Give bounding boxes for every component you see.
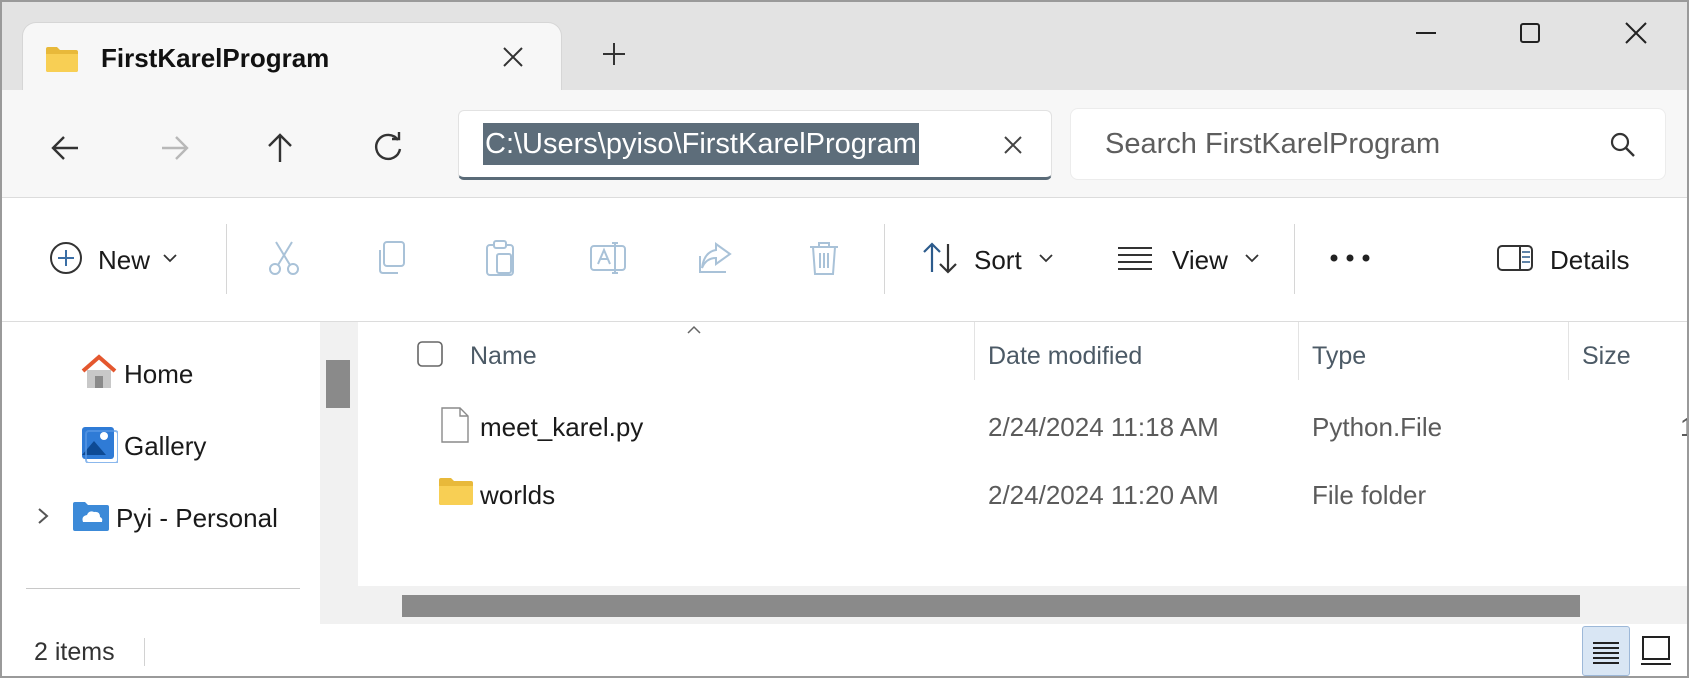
minimize-icon[interactable] [1406, 17, 1446, 57]
sidebar-item-label: Pyi - Personal [116, 502, 278, 533]
forward-arrow-icon [156, 130, 192, 166]
address-path[interactable]: C:\Users\pyiso\FirstKarelProgram [483, 123, 919, 165]
share-icon [696, 238, 736, 283]
table-row[interactable]: worlds 2/24/2024 11:20 AM File folder [358, 466, 1687, 526]
delete-button[interactable] [804, 236, 844, 284]
address-bar[interactable]: C:\Users\pyiso\FirstKarelProgram [458, 110, 1052, 180]
sort-button[interactable]: Sort [920, 236, 1054, 284]
more-options-button[interactable] [1328, 236, 1372, 284]
back-arrow-icon[interactable] [48, 130, 84, 166]
file-icon [440, 406, 470, 449]
close-tab-icon[interactable] [499, 43, 527, 71]
tab-title: FirstKarelProgram [101, 43, 330, 73]
file-name[interactable]: meet_karel.py [480, 412, 643, 443]
chevron-down-icon [1244, 251, 1260, 269]
list-view-icon [1116, 243, 1154, 278]
column-header-name[interactable]: Name [470, 342, 537, 371]
sidebar-item-label: Home [124, 358, 194, 389]
toolbar-divider [1294, 224, 1295, 294]
view-button[interactable]: View [1116, 236, 1260, 284]
title-bar: FirstKarelProgram [2, 2, 1687, 92]
toolbar-divider [884, 224, 885, 294]
refresh-icon[interactable] [370, 130, 406, 166]
details-view-toggle[interactable] [1582, 626, 1630, 676]
chevron-right-icon[interactable] [36, 506, 50, 531]
scrollbar-thumb[interactable] [402, 595, 1580, 617]
copy-icon [372, 238, 412, 283]
large-icons-view-toggle[interactable] [1632, 626, 1680, 676]
select-all-checkbox[interactable] [416, 340, 444, 373]
file-type: Python.File [1312, 412, 1443, 442]
new-tab-icon[interactable] [600, 40, 628, 68]
details-label: Details [1550, 244, 1630, 275]
file-date: 2/24/2024 11:20 AM [988, 480, 1219, 510]
folder-icon [438, 476, 474, 511]
navigation-pane: Home Gallery Pyi - Personal [2, 322, 320, 624]
search-input[interactable] [1105, 123, 1605, 165]
file-name[interactable]: worlds [480, 480, 555, 511]
new-label: New [98, 244, 151, 275]
clipboard-icon [480, 238, 520, 283]
file-date: 2/24/2024 11:18 AM [988, 412, 1219, 442]
status-divider [144, 638, 145, 666]
sidebar-item-home[interactable]: Home [80, 350, 193, 398]
scrollbar-thumb[interactable] [326, 360, 350, 408]
sort-arrows-icon [920, 240, 960, 281]
rename-icon [588, 238, 628, 283]
sort-ascending-icon [686, 322, 702, 340]
plus-circle-icon [48, 240, 84, 281]
ellipsis-icon [1328, 251, 1372, 269]
file-size: 1 [1680, 412, 1687, 443]
sort-label: Sort [974, 244, 1022, 275]
up-arrow-icon[interactable] [262, 130, 298, 166]
details-button[interactable]: Details [1496, 236, 1629, 284]
column-header-size[interactable]: Size [1582, 342, 1631, 371]
trash-icon [804, 238, 844, 283]
sidebar-divider [26, 588, 300, 589]
details-pane-icon [1496, 243, 1534, 278]
command-toolbar: New Sort View Details [2, 198, 1687, 322]
copy-button[interactable] [372, 236, 412, 284]
view-label: View [1172, 244, 1228, 275]
chevron-down-icon [1038, 251, 1054, 269]
column-divider[interactable] [974, 322, 975, 380]
share-button[interactable] [696, 236, 736, 284]
rename-button[interactable] [588, 236, 628, 284]
sidebar-item-onedrive[interactable]: Pyi - Personal [36, 494, 278, 542]
paste-button[interactable] [480, 236, 520, 284]
clear-address-icon[interactable] [999, 131, 1027, 159]
search-box[interactable] [1070, 108, 1666, 180]
file-list: Name Date modified Type Size meet_karel.… [358, 322, 1687, 624]
table-row[interactable]: meet_karel.py 2/24/2024 11:18 AM Python.… [358, 398, 1687, 458]
file-type: File folder [1312, 480, 1427, 510]
sidebar-item-label: Gallery [124, 430, 207, 461]
gallery-icon [80, 425, 119, 468]
file-explorer-window: FirstKarelProgram C:\Users\pyiso\FirstKa… [0, 0, 1689, 678]
item-count: 2 items [34, 638, 115, 666]
new-button[interactable]: New [48, 236, 178, 284]
tab-first-karel-program[interactable]: FirstKarelProgram [22, 22, 562, 92]
column-header-type[interactable]: Type [1312, 342, 1366, 371]
address-bar-row: C:\Users\pyiso\FirstKarelProgram [2, 90, 1687, 198]
cut-button[interactable] [264, 236, 304, 284]
search-icon[interactable] [1607, 129, 1639, 161]
sidebar-item-gallery[interactable]: Gallery [80, 422, 206, 470]
toolbar-divider [226, 224, 227, 294]
column-divider[interactable] [1298, 322, 1299, 380]
navigation-scrollbar[interactable] [320, 322, 358, 624]
onedrive-folder-icon [72, 500, 110, 537]
maximize-icon[interactable] [1510, 17, 1550, 57]
folder-icon [45, 45, 79, 78]
column-divider[interactable] [1568, 322, 1569, 380]
close-window-icon[interactable] [1616, 17, 1656, 57]
home-icon [80, 353, 118, 395]
status-bar: 2 items [2, 624, 1687, 676]
column-header-date[interactable]: Date modified [988, 342, 1142, 371]
scissors-icon [264, 238, 304, 283]
chevron-down-icon [162, 251, 178, 269]
horizontal-scrollbar[interactable] [358, 586, 1687, 624]
